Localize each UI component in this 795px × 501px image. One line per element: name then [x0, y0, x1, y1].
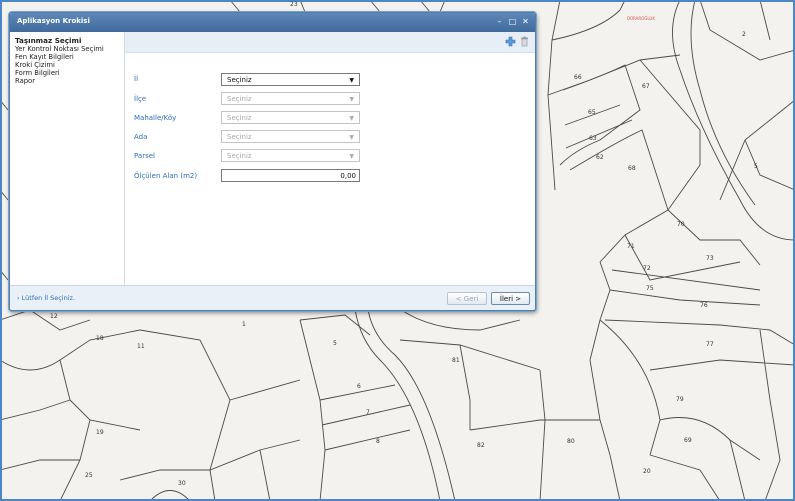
poi-label: DÜRAROĞLUK: [627, 16, 655, 21]
parcel-label: 2: [742, 31, 746, 38]
parcel-label: 69: [684, 437, 692, 444]
parcel-label: 19: [96, 429, 104, 436]
parcel-label: 66: [574, 74, 582, 81]
parcel-label: 71: [627, 243, 635, 250]
ilce-select-value: Seçiniz: [227, 95, 252, 103]
sidebar-item-fen-kayit[interactable]: Fen Kayıt Bilgileri: [10, 53, 124, 61]
il-select[interactable]: Seçiniz ▼: [221, 73, 360, 86]
window-footer: › Lütfen İl Seçiniz. < Geri İleri >: [10, 285, 535, 310]
sidebar-item-rapor[interactable]: Rapor: [10, 77, 124, 85]
olculen-alan-input[interactable]: [221, 169, 360, 182]
ada-select-value: Seçiniz: [227, 133, 252, 141]
chevron-down-icon: ▼: [349, 77, 354, 84]
window-title: Aplikasyon Krokisi: [17, 17, 90, 25]
form-panel: İl Seçiniz ▼ İlçe Seçiniz ▼ Mahalle/Köy …: [125, 32, 535, 285]
form-toolbar: [125, 32, 535, 53]
parcel-label: 63: [589, 135, 597, 142]
minimize-icon[interactable]: –: [494, 16, 505, 27]
maximize-icon[interactable]: □: [507, 16, 518, 27]
mahalle-select-value: Seçiniz: [227, 114, 252, 122]
parcel-label: 62: [596, 154, 604, 161]
chevron-down-icon: ▼: [349, 115, 354, 122]
parcel-label: 1: [242, 321, 246, 328]
ada-label: Ada: [134, 133, 148, 141]
parcel-label: 81: [452, 357, 460, 364]
wizard-steps-sidebar: Taşınmaz Seçimi Yer Kontrol Noktası Seçi…: [10, 32, 125, 285]
parcel-label: 6: [357, 383, 361, 390]
trash-icon[interactable]: [519, 36, 530, 47]
sidebar-item-tasinmaz-secimi[interactable]: Taşınmaz Seçimi: [10, 37, 124, 45]
parcel-label: 70: [677, 221, 685, 228]
back-button[interactable]: < Geri: [447, 292, 487, 305]
parcel-label: 82: [477, 442, 485, 449]
parcel-label: 80: [567, 438, 575, 445]
il-label: İl: [134, 75, 139, 83]
parcel-label: 11: [137, 343, 145, 350]
close-icon[interactable]: ✕: [520, 16, 531, 27]
mahalle-select[interactable]: Seçiniz ▼: [221, 111, 360, 124]
parcel-label: 79: [676, 396, 684, 403]
parcel-label: 76: [700, 302, 708, 309]
chevron-down-icon: ▼: [349, 96, 354, 103]
status-message: › Lütfen İl Seçiniz.: [17, 294, 76, 302]
parcel-label: 73: [706, 255, 714, 262]
parsel-select[interactable]: Seçiniz ▼: [221, 149, 360, 162]
parsel-select-value: Seçiniz: [227, 152, 252, 160]
parcel-label: 5: [333, 340, 337, 347]
parcel-label: 23: [290, 1, 298, 8]
plus-icon[interactable]: [505, 36, 516, 47]
ilce-label: İlçe: [134, 95, 147, 103]
sidebar-item-yer-kontrol[interactable]: Yer Kontrol Noktası Seçimi: [10, 45, 124, 53]
window-titlebar[interactable]: Aplikasyon Krokisi – □ ✕: [10, 13, 535, 32]
parcel-label: 7: [366, 409, 370, 416]
sidebar-item-kroki-cizimi[interactable]: Kroki Çizimi: [10, 61, 124, 69]
parcel-label: 72: [643, 265, 651, 272]
parcel-label: 5: [754, 163, 758, 170]
parcel-label: 12: [50, 313, 58, 320]
parcel-label: 8: [376, 438, 380, 445]
parcel-label: 65: [588, 109, 596, 116]
ada-select[interactable]: Seçiniz ▼: [221, 130, 360, 143]
parcel-label: 25: [85, 472, 93, 479]
sidebar-item-form-bilgileri[interactable]: Form Bilgileri: [10, 69, 124, 77]
olculen-alan-label: Ölçülen Alan (m2): [134, 172, 198, 180]
parcel-label: 75: [646, 285, 654, 292]
parcel-label: 67: [642, 83, 650, 90]
status-text: Lütfen İl Seçiniz.: [21, 294, 76, 302]
parcel-label: 77: [706, 341, 714, 348]
chevron-down-icon: ▼: [349, 153, 354, 160]
parcel-label: 20: [643, 468, 651, 475]
aplikasyon-window[interactable]: Aplikasyon Krokisi – □ ✕ Taşınmaz Seçimi…: [9, 12, 536, 311]
next-button[interactable]: İleri >: [491, 292, 530, 305]
parcel-label: 68: [628, 165, 636, 172]
parsel-label: Parsel: [134, 152, 155, 160]
chevron-down-icon: ▼: [349, 134, 354, 141]
il-select-value: Seçiniz: [227, 76, 252, 84]
ilce-select[interactable]: Seçiniz ▼: [221, 92, 360, 105]
parcel-label: 18: [96, 335, 104, 342]
parcel-label: 30: [178, 480, 186, 487]
mahalle-label: Mahalle/Köy: [134, 114, 177, 122]
